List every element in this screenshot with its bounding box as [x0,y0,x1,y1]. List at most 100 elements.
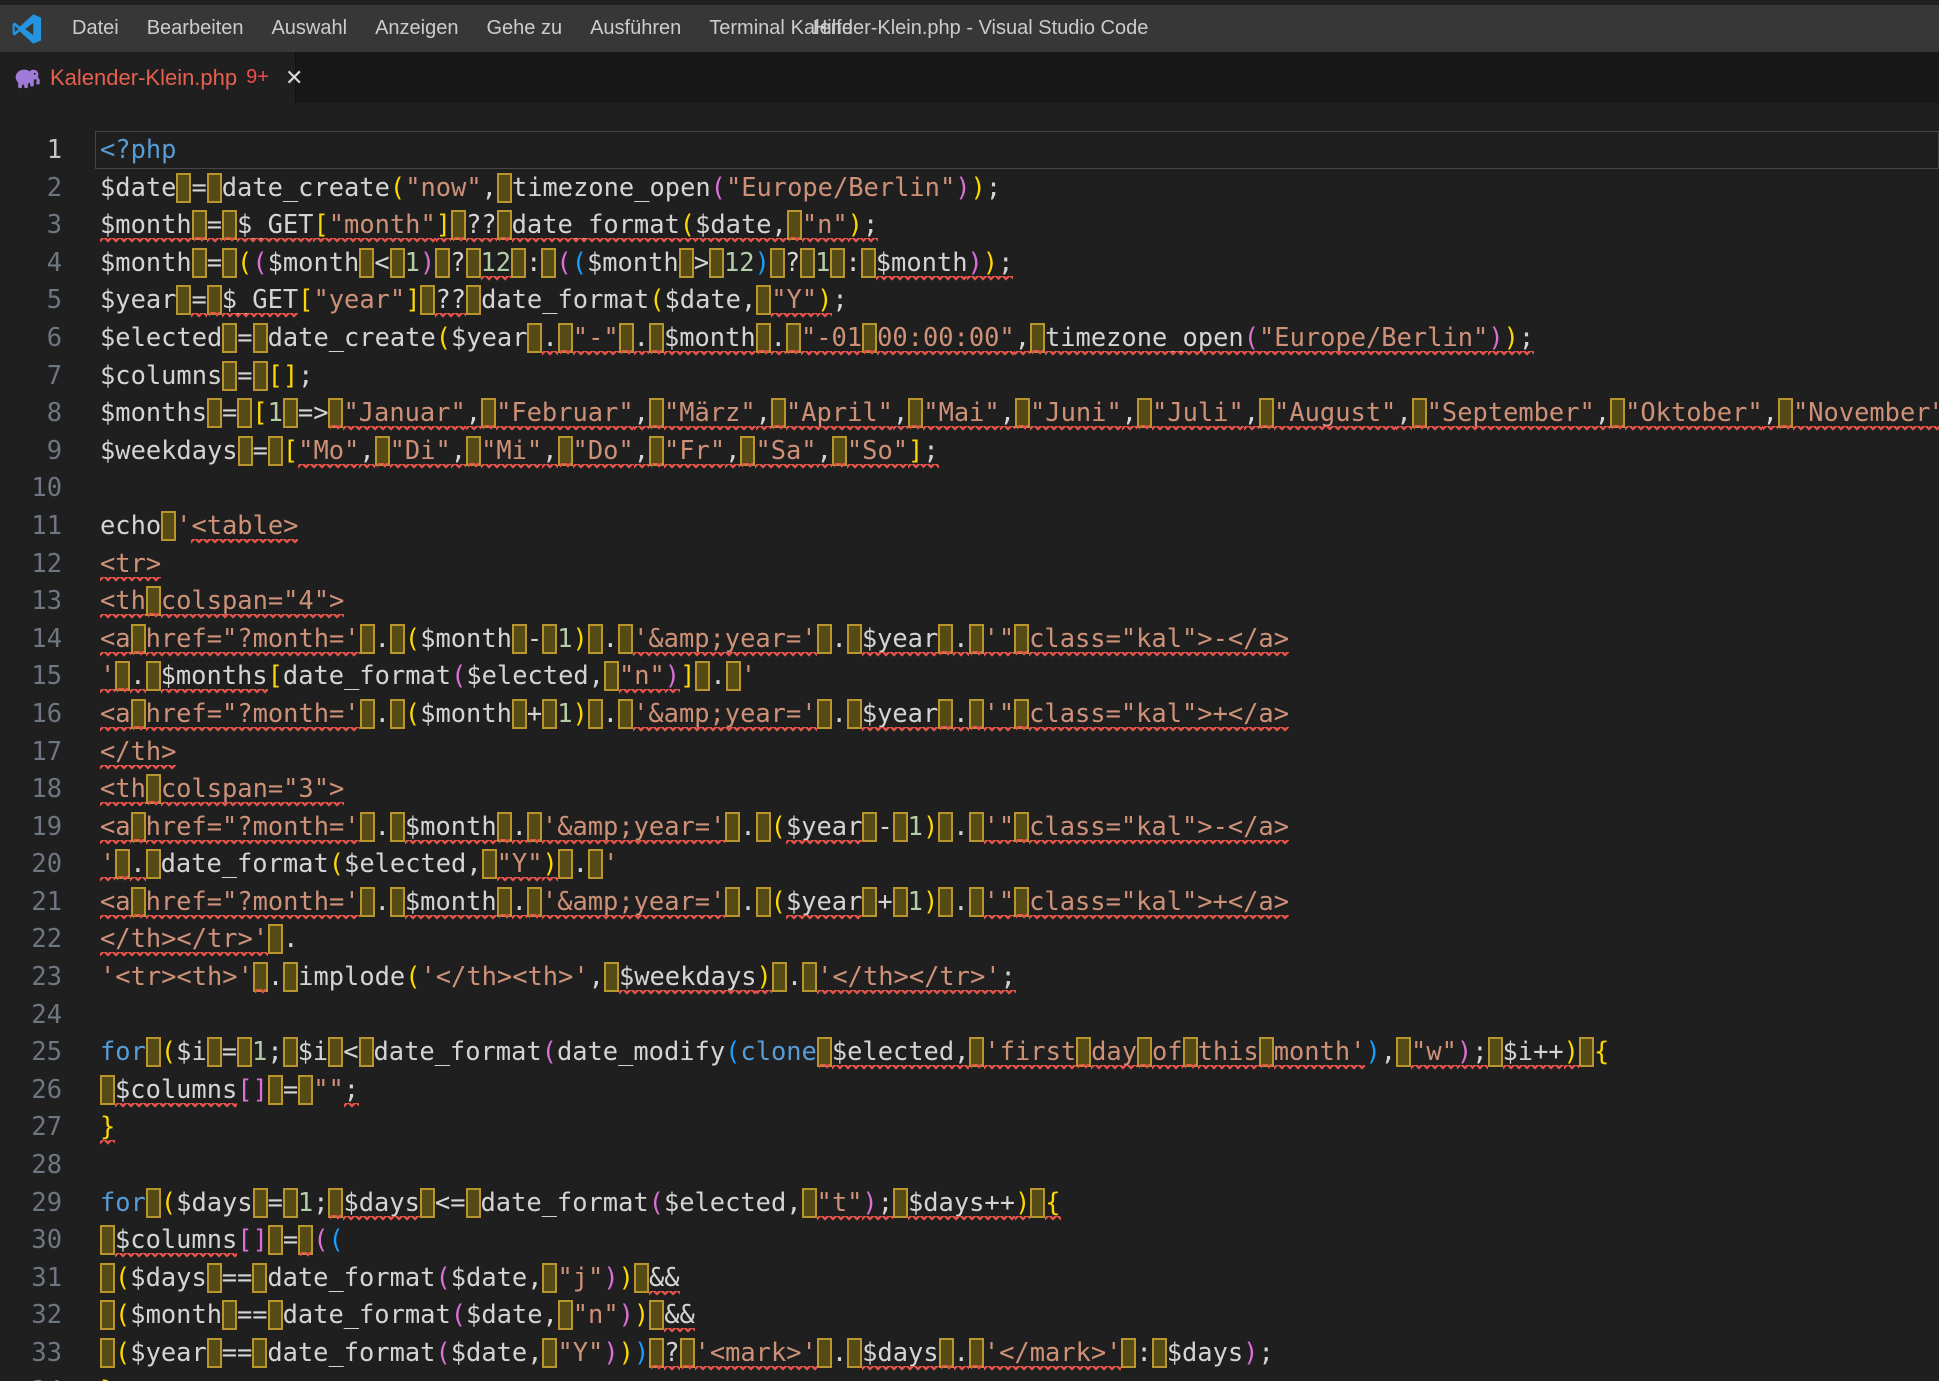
nbsp-highlight-box [618,699,633,729]
line-number: 7 [0,357,62,395]
code-line-content: $month=$_GET["month"]??date_format($date… [100,206,878,244]
code-line: 23'<tr><th>'.implode('</th><th>',$weekda… [0,958,1939,996]
code-token: ?? [466,209,497,239]
nbsp-highlight-box [862,812,877,842]
line-number: 19 [0,808,62,846]
code-token: = [207,209,222,239]
nbsp-highlight-box [558,323,573,353]
code-token: ( [556,247,571,277]
nbsp-highlight-box [817,1338,832,1368]
close-icon[interactable]: ✕ [285,65,303,91]
code-token: 1 [268,397,283,427]
vscode-logo-icon [12,14,42,44]
code-token: "September" [1427,397,1595,427]
code-line-content: $year=$_GET["year"]??date_format($date,"… [100,281,848,319]
nbsp-highlight-box [1412,398,1427,428]
code-token: 1 [298,1187,313,1217]
code-line: 9$weekdays=["Mo","Di","Mi","Do","Fr","Sa… [0,432,1939,470]
nbsp-highlight-box [512,624,527,654]
code-line-content: '.$months[date_format($elected,"n")].' [100,657,756,695]
code-token: , [817,435,832,465]
code-token: . [953,698,968,728]
code-line: 8$months=[1=>"Januar","Februar","März","… [0,394,1939,432]
code-token: 00:00:00" [877,322,1015,352]
line-number: 29 [0,1184,62,1222]
menu-item-auswahl[interactable]: Auswahl [257,5,361,52]
menu-item-bearbeiten[interactable]: Bearbeiten [133,5,258,52]
code-line: 24 [0,996,1939,1034]
nbsp-highlight-box [649,436,664,466]
code-token: [ [283,435,298,465]
nbsp-highlight-box [497,887,512,917]
code-token: ( [313,1224,328,1254]
nbsp-highlight-box [268,1075,283,1105]
code-token: ; [832,284,847,314]
nbsp-highlight-box [527,323,542,353]
code-token: ] [680,660,695,690]
menu-item-anzeigen[interactable]: Anzeigen [361,5,472,52]
code-line: 31($days==date_format($date,"j"))&& [0,1259,1939,1297]
code-token: "Mi" [481,435,542,465]
code-line-content: <thcolspan="3"> [100,770,344,808]
nbsp-highlight-box [558,436,573,466]
code-token: ) [848,209,863,239]
code-token: "Juni" [1030,397,1122,427]
code-token: $year [451,322,527,352]
code-token: $date [100,172,176,202]
code-token: implode [298,961,405,991]
menu-item-datei[interactable]: Datei [58,5,133,52]
nbsp-highlight-box [435,248,450,278]
code-token: == [222,1262,253,1292]
code-token: $date, [466,1299,558,1329]
code-token: ; [863,209,878,239]
code-line: 25for($i=1;$i<date_format(date_modify(cl… [0,1033,1939,1071]
code-token: $_GET [222,284,298,314]
code-token: "Oktober" [1625,397,1763,427]
code-token: '&amp;year=' [542,886,725,916]
nbsp-highlight-box [100,1225,115,1255]
code-token: '&amp;year=' [633,698,816,728]
menu-item-terminal[interactable]: Terminal [695,5,799,52]
menu-item-ausfuhren[interactable]: Ausführen [576,5,695,52]
code-token: "Mo" [298,435,359,465]
code-token: date_format [481,284,649,314]
code-token: $months [100,397,207,427]
code-token: , [634,435,649,465]
code-token: ) [757,961,772,991]
code-token: $days++ [908,1187,1015,1217]
code-token: ( [725,1036,740,1066]
tab-kalender-klein-php[interactable]: Kalender-Klein.php 9+ ✕ [0,52,296,103]
code-line-content: ($days==date_format($date,"j"))&& [100,1259,680,1297]
nbsp-highlight-box [861,248,876,278]
code-token: class="kal">+</a> [1029,698,1289,728]
nbsp-highlight-box [770,248,785,278]
code-token: $days [862,1337,938,1367]
code-token: $days [343,1187,419,1217]
nbsp-highlight-box [800,248,815,278]
code-token: ) [755,247,770,277]
code-token: [ [298,284,313,314]
nbsp-highlight-box [726,661,741,691]
nbsp-highlight-box [161,511,176,541]
nbsp-highlight-box [725,887,740,917]
code-token: $months [161,660,268,690]
nbsp-highlight-box [1121,1338,1136,1368]
nbsp-highlight-box [420,285,435,315]
code-token: for [100,1187,146,1217]
code-token: $elected, [344,848,482,878]
code-token: ( [405,961,420,991]
code-token: ( [329,848,344,878]
code-token: 1 [557,623,572,653]
code-token: timezone_open [1045,322,1244,352]
code-line-content: ($year==date_format($date,"Y")))?'<mark>… [100,1334,1274,1372]
code-token: : [1136,1337,1151,1367]
code-token: $days [176,1187,252,1217]
code-token: ( [649,1187,664,1217]
menu-item-gehe-zu[interactable]: Gehe zu [472,5,576,52]
nbsp-highlight-box [268,924,283,954]
code-editor[interactable]: 1<?php2$date=date_create("now",timezone_… [0,103,1939,1381]
code-line: 32($month==date_format($date,"n"))&& [0,1296,1939,1334]
nbsp-highlight-box [390,248,405,278]
line-number: 15 [0,657,62,695]
code-token: "n" [802,209,848,239]
